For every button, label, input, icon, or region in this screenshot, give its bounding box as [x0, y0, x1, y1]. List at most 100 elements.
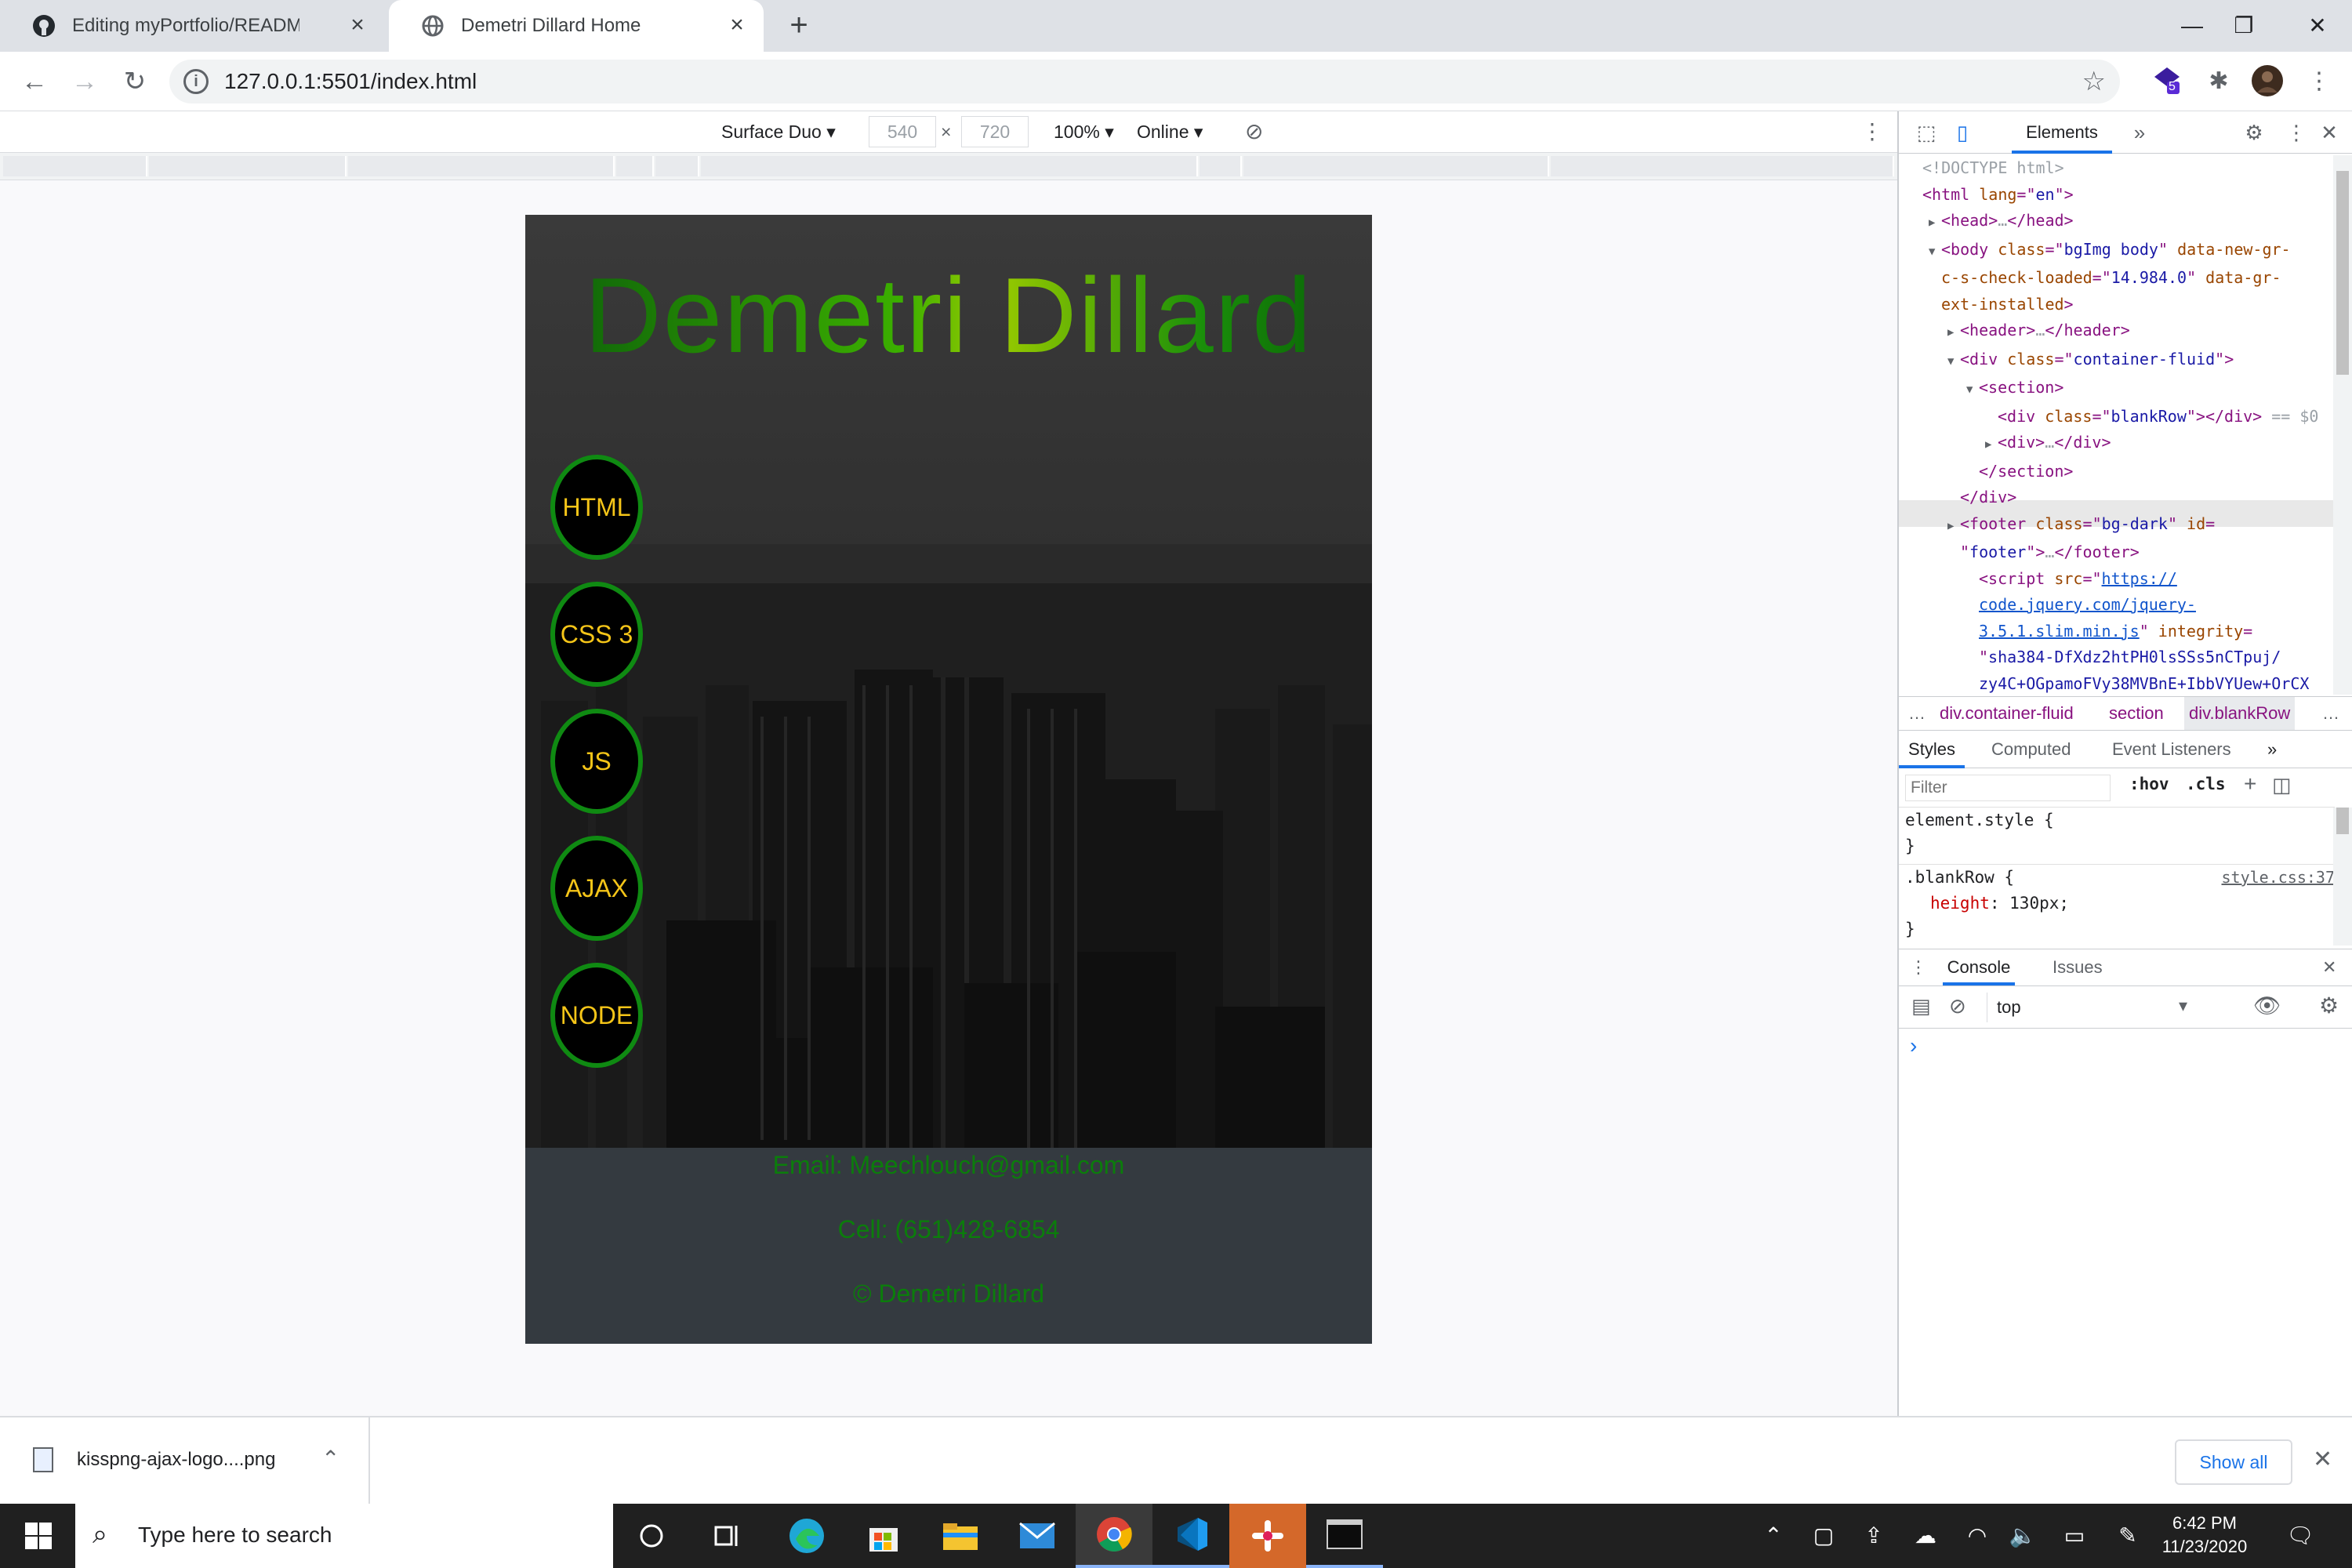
dom-node-line[interactable]: c-s-check-loaded="14.984.0" data-gr- [1899, 265, 2335, 292]
context-select[interactable]: top ▾ [1987, 993, 2194, 1022]
width-input[interactable]: 540 [869, 116, 936, 147]
slack-icon[interactable] [1229, 1504, 1306, 1568]
task-view-icon[interactable] [690, 1504, 767, 1568]
media-query-segment[interactable] [3, 156, 147, 176]
mail-icon[interactable] [999, 1504, 1076, 1568]
console-settings-gear-icon[interactable]: ⚙ [2319, 993, 2339, 1018]
bookmark-star-icon[interactable]: ☆ [2082, 66, 2106, 97]
console-prompt[interactable]: › [1910, 1033, 1917, 1058]
store-icon[interactable] [845, 1504, 922, 1568]
pen-icon[interactable]: ✎ [2112, 1504, 2143, 1568]
collapsed-arrow-icon[interactable]: ▶ [1929, 210, 1941, 237]
puzzle-extensions-icon[interactable]: ✱ [2201, 64, 2236, 99]
download-item[interactable]: kisspng-ajax-logo....png ⌃ [0, 1417, 370, 1505]
meet-now-icon[interactable]: ▢ [1808, 1504, 1839, 1568]
tab-elements[interactable]: Elements [2012, 111, 2112, 154]
info-icon[interactable]: i [183, 69, 209, 94]
chrome-icon[interactable] [1076, 1504, 1152, 1568]
address-bar[interactable]: i 127.0.0.1:5501/index.html ☆ [169, 60, 2120, 103]
clear-console-icon[interactable]: ⊘ [1949, 994, 1966, 1018]
media-query-segment[interactable] [655, 156, 699, 176]
tab-styles[interactable]: Styles [1899, 731, 1965, 768]
settings-gear-icon[interactable]: ⚙ [2241, 119, 2267, 146]
new-tab-button[interactable]: + [781, 8, 817, 44]
expanded-arrow-icon[interactable]: ▼ [1966, 377, 1979, 404]
media-query-segment[interactable] [1551, 156, 1894, 176]
live-expression-eye-icon[interactable]: 👁 [2253, 993, 2281, 1018]
terminal-icon[interactable] [1306, 1504, 1383, 1568]
inspect-element-icon[interactable]: ⬚ [1913, 119, 1940, 146]
dom-node-line[interactable]: ▼ <body class="bgImg body" data-new-gr- [1899, 237, 2335, 266]
scrollbar-thumb[interactable] [2336, 171, 2349, 375]
rule-value[interactable]: 130px; [2009, 894, 2069, 913]
collapsed-arrow-icon[interactable]: ▶ [1985, 432, 1998, 459]
dom-node-line[interactable]: <!DOCTYPE html> [1899, 155, 2335, 182]
breadcrumb-container-fluid[interactable]: div.container-fluid [1940, 697, 2074, 730]
breadcrumb-overflow[interactable]: … [1908, 697, 1926, 730]
volume-icon[interactable]: 🔈 [2007, 1504, 2038, 1568]
console-sidebar-icon[interactable]: ▤ [1911, 994, 1931, 1018]
url-text[interactable]: 127.0.0.1:5501/index.html [224, 60, 477, 103]
devtools-close-icon[interactable]: ✕ [2316, 119, 2343, 146]
file-explorer-icon[interactable] [922, 1504, 999, 1568]
dom-node-line[interactable]: "footer">…</footer> [1899, 539, 2335, 566]
download-filename[interactable]: kisspng-ajax-logo....png [77, 1449, 275, 1471]
windows-start-icon[interactable] [0, 1504, 77, 1568]
device-select[interactable]: Surface Duo ▾ [721, 111, 836, 152]
collapsed-arrow-icon[interactable]: ▶ [1947, 320, 1960, 347]
breadcrumb-section[interactable]: section [2109, 697, 2164, 730]
notifications-icon[interactable]: 🗨 [2280, 1504, 2321, 1568]
media-query-bar[interactable] [0, 152, 1897, 180]
dom-node-line[interactable]: <script src="https:// [1899, 566, 2335, 593]
dom-node-line[interactable]: </section> [1899, 459, 2335, 485]
show-all-button[interactable]: Show all [2175, 1439, 2292, 1485]
expanded-arrow-icon[interactable]: ▼ [1947, 349, 1960, 376]
tab-issues[interactable]: Issues [2053, 949, 2103, 985]
close-shelf-icon[interactable]: ✕ [2313, 1446, 2332, 1473]
vscode-icon[interactable] [1152, 1504, 1229, 1568]
scrollbar-thumb[interactable] [2336, 808, 2349, 834]
rule-source-link[interactable]: style.css:37 [2222, 865, 2336, 891]
dom-scrollbar[interactable] [2333, 155, 2352, 695]
more-tabs-icon[interactable]: » [2126, 119, 2153, 146]
hover-state-toggle[interactable]: :hov [2129, 775, 2169, 793]
styles-scrollbar[interactable] [2333, 808, 2352, 946]
media-query-segment[interactable] [1243, 156, 1549, 176]
expanded-arrow-icon[interactable]: ▼ [1929, 239, 1941, 266]
media-query-segment[interactable] [1200, 156, 1242, 176]
wifi-icon[interactable]: ◠ [1960, 1504, 1994, 1568]
device-more-icon[interactable]: ⋮ [1861, 111, 1883, 152]
dom-node-line[interactable]: 3.5.1.slim.min.js" integrity= [1899, 619, 2335, 645]
media-query-segment[interactable] [616, 156, 654, 176]
restore-icon[interactable]: ❐ [2220, 6, 2267, 45]
reload-icon[interactable]: ↻ [116, 63, 154, 100]
dom-node-line[interactable]: </div> [1899, 485, 2335, 511]
skill-ajax-button[interactable]: AJAX [550, 836, 643, 941]
dom-tree[interactable]: <!DOCTYPE html> <html lang="en"> ▶ <head>…<… [1899, 155, 2335, 695]
tab-computed[interactable]: Computed [1991, 731, 2071, 768]
rule-property[interactable]: height [1930, 894, 1990, 913]
height-input[interactable]: 720 [961, 116, 1029, 147]
menu-kebab-icon[interactable]: ⋮ [2302, 64, 2336, 99]
edge-icon[interactable] [768, 1504, 845, 1568]
dom-node-line[interactable]: <div class="blankRow"></div> == $0 [1899, 404, 2335, 430]
dom-node-line[interactable]: code.jquery.com/jquery- [1899, 592, 2335, 619]
collapsed-arrow-icon[interactable]: ▶ [1947, 514, 1960, 540]
close-tab-icon[interactable]: × [724, 13, 750, 38]
element-style-selector[interactable]: element.style { [1899, 808, 2335, 833]
styles-filter-input[interactable] [1905, 775, 2111, 801]
forward-arrow-icon[interactable]: → [66, 63, 103, 100]
devtools-menu-icon[interactable]: ⋮ [2283, 119, 2310, 146]
cortana-icon[interactable] [613, 1504, 690, 1568]
taskbar-search-box[interactable]: ⌕ Type here to search [75, 1504, 613, 1568]
close-tab-icon[interactable]: × [345, 13, 370, 38]
media-query-segment[interactable] [149, 156, 347, 176]
rule-selector[interactable]: .blankRow { [1905, 868, 2014, 887]
skill-node-button[interactable]: NODE [550, 963, 643, 1068]
dom-node-line[interactable]: <html lang="en"> [1899, 182, 2335, 209]
tab-demetri-home[interactable]: Demetri Dillard Home × [389, 0, 764, 52]
zoom-select[interactable]: 100% ▾ [1054, 111, 1114, 152]
footer-email[interactable]: Email: Meechlouch@gmail.com [525, 1151, 1372, 1180]
tray-upload-icon[interactable]: ⇪ [1858, 1504, 1889, 1568]
tab-event-listeners[interactable]: Event Listeners [2112, 731, 2231, 768]
